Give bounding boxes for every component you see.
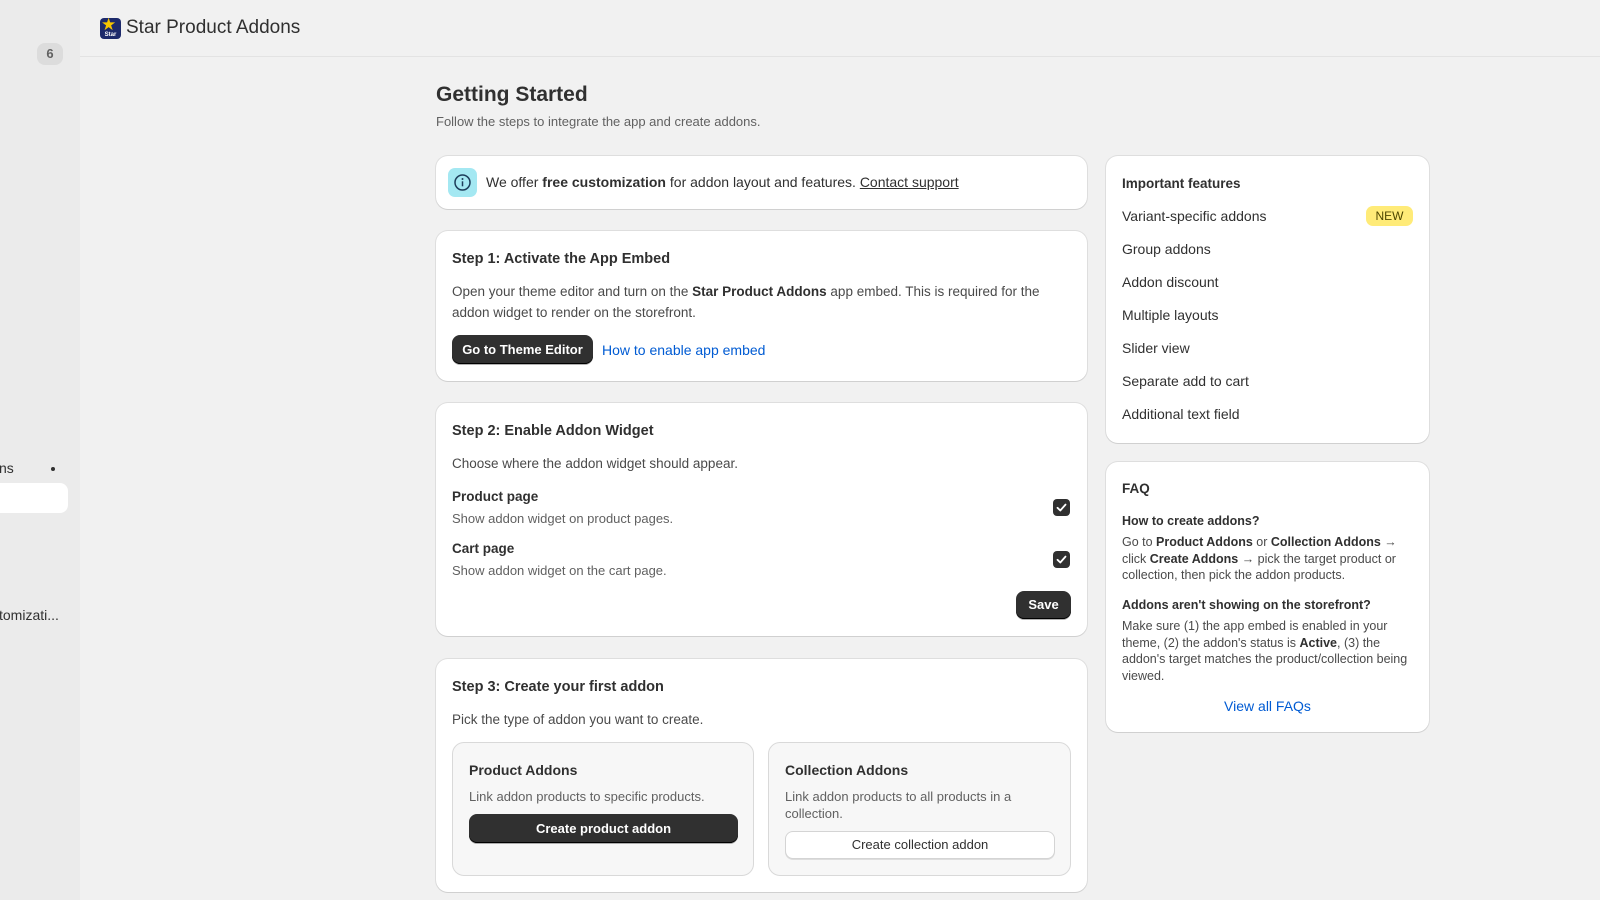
faq-card: FAQ How to create addons? Go to Product … xyxy=(1106,462,1429,732)
sidebar-item-customization[interactable]: tomizati... xyxy=(0,607,59,623)
step1-text-prefix: Open your theme editor and turn on the xyxy=(452,284,693,299)
collection-addons-description: Link addon products to all products in a… xyxy=(785,789,1012,821)
page-subtitle: Follow the steps to integrate the app an… xyxy=(436,114,761,129)
cart-page-description: Show addon widget on the cart page. xyxy=(452,563,667,578)
product-page-label: Product page xyxy=(452,489,539,504)
important-features-card: Important features Variant-specific addo… xyxy=(1106,156,1429,443)
product-page-checkbox[interactable] xyxy=(1053,499,1070,516)
new-badge: NEW xyxy=(1366,206,1413,226)
faq-answer-bold: Create Addons xyxy=(1149,551,1239,566)
collection-addons-card: Collection Addons Link addon products to… xyxy=(768,742,1071,876)
faq-answer-bold: Active xyxy=(1299,635,1338,650)
step1-card: Step 1: Activate the App Embed Open your… xyxy=(436,231,1087,381)
step3-description: Pick the type of addon you want to creat… xyxy=(452,712,704,727)
customization-banner: We offer free customization for addon la… xyxy=(436,156,1087,209)
view-all-faqs-link[interactable]: View all FAQs xyxy=(1106,698,1429,714)
checkmark-icon xyxy=(1056,503,1067,512)
create-product-addon-button[interactable]: Create product addon xyxy=(469,814,738,843)
feature-item: Group addons xyxy=(1122,241,1211,257)
faq-answer-text: or xyxy=(1252,535,1271,549)
feature-item: Slider view xyxy=(1122,340,1190,356)
step2-title: Step 2: Enable Addon Widget xyxy=(452,423,654,439)
step2-description: Choose where the addon widget should app… xyxy=(452,456,738,471)
step2-card: Step 2: Enable Addon Widget Choose where… xyxy=(436,403,1087,636)
sidebar-item-apps[interactable]: ns xyxy=(0,460,14,476)
banner-text-suffix: for addon layout and features. xyxy=(666,174,860,190)
sidebar-dot-indicator xyxy=(51,467,55,471)
feature-item: Multiple layouts xyxy=(1122,307,1219,323)
info-icon xyxy=(448,168,477,197)
step3-card: Step 3: Create your first addon Pick the… xyxy=(436,659,1087,892)
feature-item: Variant-specific addons xyxy=(1122,208,1267,224)
faq-question: How to create addons? xyxy=(1122,514,1260,528)
save-button[interactable]: Save xyxy=(1016,591,1071,619)
admin-sidebar: 6 ns tomizati... xyxy=(0,0,80,900)
faq-answer-bold: Collection Addons xyxy=(1270,535,1381,549)
app-logo: ★ Star xyxy=(100,18,121,39)
product-addons-description: Link addon products to specific products… xyxy=(469,789,705,804)
step1-text-bold: Star Product Addons xyxy=(692,284,827,299)
banner-text-prefix: We offer xyxy=(486,174,543,190)
page-title: Getting Started xyxy=(436,83,588,106)
go-to-theme-editor-button[interactable]: Go to Theme Editor xyxy=(452,335,593,364)
app-title-bar: ★ Star Star Product Addons xyxy=(80,0,1600,57)
faq-answer: Make sure (1) the app embed is enabled i… xyxy=(1122,618,1418,684)
step1-title: Step 1: Activate the App Embed xyxy=(452,251,671,267)
app-title: Star Product Addons xyxy=(126,17,301,38)
faq-answer-text: Go to xyxy=(1122,535,1157,549)
faq-answer-bold: Product Addons xyxy=(1156,535,1253,549)
faq-answer: Go to Product Addons or Collection Addon… xyxy=(1122,534,1418,584)
create-collection-addon-button[interactable]: Create collection addon xyxy=(785,831,1055,859)
faq-question: Addons aren't showing on the storefront? xyxy=(1122,598,1371,612)
product-page-description: Show addon widget on product pages. xyxy=(452,511,674,526)
how-to-enable-app-embed-link[interactable]: How to enable app embed xyxy=(602,342,765,358)
step3-title: Step 3: Create your first addon xyxy=(452,679,664,695)
banner-text: We offer free customization for addon la… xyxy=(486,174,959,190)
feature-item: Addon discount xyxy=(1122,274,1219,290)
feature-item: Additional text field xyxy=(1122,406,1240,422)
collection-addons-title: Collection Addons xyxy=(785,762,909,778)
contact-support-link[interactable]: Contact support xyxy=(860,174,959,190)
cart-page-checkbox[interactable] xyxy=(1053,551,1070,568)
notification-count-badge: 6 xyxy=(37,43,63,65)
sidebar-item-active[interactable] xyxy=(0,483,68,513)
banner-text-bold: free customization xyxy=(542,174,666,190)
features-title: Important features xyxy=(1122,176,1241,191)
cart-page-label: Cart page xyxy=(452,541,515,556)
faq-title: FAQ xyxy=(1122,481,1150,496)
app-logo-text: Star xyxy=(104,32,117,38)
feature-item: Separate add to cart xyxy=(1122,373,1249,389)
step1-description: Open your theme editor and turn on the S… xyxy=(452,281,1072,323)
product-addons-title: Product Addons xyxy=(469,762,578,778)
checkmark-icon xyxy=(1056,555,1067,564)
product-addons-card: Product Addons Link addon products to sp… xyxy=(452,742,754,876)
